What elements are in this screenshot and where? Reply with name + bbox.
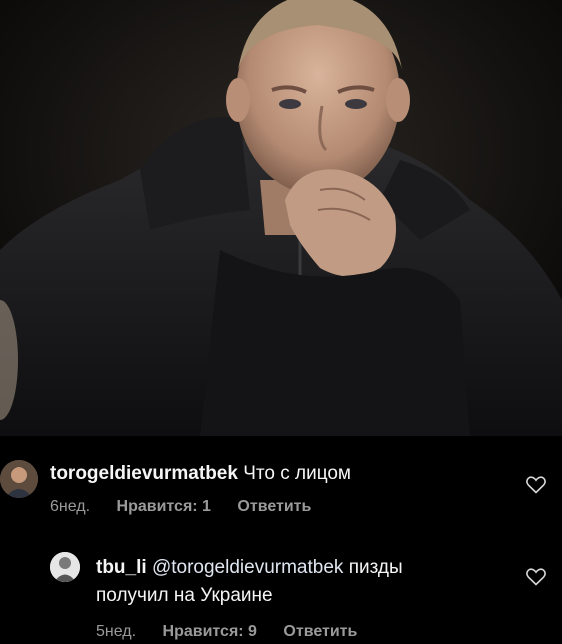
comment-text: Что с лицом [243, 463, 351, 484]
comment-username[interactable]: tbu_li [96, 557, 147, 578]
post-photo [0, 0, 562, 436]
comment-text-line: tbu_li @torogeldievurmatbek пизды [96, 556, 403, 580]
instagram-comments-screenshot: torogeldievurmatbek Что с лицом 6нед. Нр… [0, 0, 562, 644]
reply-button[interactable]: Ответить [237, 498, 311, 515]
reply-button[interactable]: Ответить [283, 623, 357, 640]
avatar-image [0, 460, 38, 498]
mention-link[interactable]: @torogeldievurmatbek [152, 557, 343, 578]
comment-age: 6нед. [50, 498, 91, 515]
comment-username[interactable]: torogeldievurmatbek [50, 463, 238, 484]
heart-icon[interactable] [526, 568, 546, 586]
comment-text-line: torogeldievurmatbek Что с лицом [50, 462, 351, 486]
likes-count[interactable]: Нравится: 9 [163, 623, 257, 640]
comment-text-line: получил на Украине [96, 584, 273, 608]
comment-meta: 5нед. Нравится: 9 Ответить [96, 623, 379, 641]
comment-text: получил на Украине [96, 585, 273, 606]
comments-section: torogeldievurmatbek Что с лицом 6нед. Нр… [0, 436, 562, 644]
likes-count[interactable]: Нравится: 1 [117, 498, 211, 515]
avatar[interactable] [50, 552, 80, 582]
comment-meta: 6нед. Нравится: 1 Ответить [50, 498, 333, 516]
comment-age: 5нед. [96, 623, 137, 640]
comment-text: пизды [348, 557, 403, 578]
photo-illustration [0, 0, 562, 436]
heart-icon[interactable] [526, 476, 546, 494]
avatar[interactable] [0, 460, 38, 498]
avatar-image [50, 552, 80, 582]
